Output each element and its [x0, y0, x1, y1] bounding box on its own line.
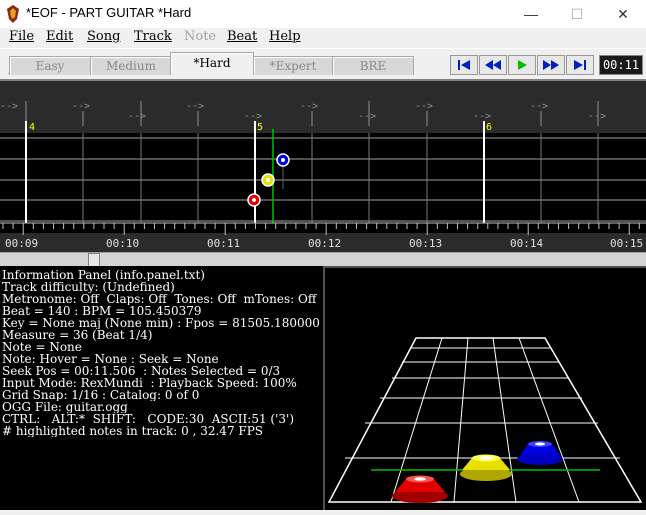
title-bar: *EOF - PART GUITAR *Hard — ☐ ✕ [0, 0, 646, 28]
beat-arrow: --> [186, 101, 204, 112]
time-label: 00:10 [106, 237, 139, 250]
window-title: *EOF - PART GUITAR *Hard [26, 5, 192, 20]
info-line: Key = None maj (None min) : Fpos = 81505… [2, 317, 320, 329]
measure-marker: 4 [29, 122, 35, 133]
beat-arrow: --> [588, 111, 606, 122]
3d-fretboard [325, 268, 646, 510]
tab-medium[interactable]: Medium [90, 56, 172, 75]
beat-arrow: --> [473, 111, 491, 122]
fast-forward-button[interactable] [537, 55, 565, 75]
beat-arrow: --> [358, 111, 376, 122]
close-button[interactable]: ✕ [600, 0, 646, 28]
fast-forward-icon [543, 60, 559, 70]
skip-to-end-icon [574, 60, 586, 70]
3d-preview-panel [323, 266, 646, 510]
beat-arrow: --> [72, 101, 90, 112]
time-label: 00:15 [610, 237, 643, 250]
time-label: 00:09 [5, 237, 38, 250]
rewind-button[interactable] [479, 55, 507, 75]
menu-song[interactable]: Song [87, 29, 120, 44]
playback-time-display: 00:11 [599, 55, 643, 75]
skip-to-start-button[interactable] [450, 55, 478, 75]
info-line: Seek Pos = 00:11.506 : Notes Selected = … [2, 365, 281, 377]
tab-bre[interactable]: BRE [332, 56, 414, 75]
editor-canvas[interactable]: --> --> --> --> --> --> --> --> --> --> … [0, 81, 646, 254]
info-line: Metronome: Off Claps: Off Tones: Off mTo… [2, 293, 317, 305]
measure-marker: 5 [257, 122, 263, 133]
skip-to-start-icon [458, 60, 470, 70]
menu-note: Note [184, 29, 217, 44]
information-panel: Information Panel (info.panel.txt) Track… [0, 266, 323, 510]
info-line: CTRL: ALT:* SHIFT: CODE:30 ASCII:51 ('3'… [2, 413, 295, 425]
menu-help[interactable]: Help [269, 29, 301, 44]
menu-beat[interactable]: Beat [227, 29, 257, 44]
play-button[interactable] [508, 55, 536, 75]
menu-track[interactable]: Track [134, 29, 172, 44]
beat-arrow: --> [530, 101, 548, 112]
info-line: OGG File: guitar.ogg [2, 401, 128, 413]
measure-marker: 6 [486, 122, 492, 133]
tab-expert[interactable]: *Expert [253, 56, 333, 75]
maximize-button[interactable]: ☐ [554, 0, 600, 28]
beat-arrow: --> [244, 111, 262, 122]
tab-hard[interactable]: *Hard [170, 52, 254, 75]
menu-bar: File Edit Song Track Note Beat Help [0, 28, 646, 48]
info-line: Beat = 140 : BPM = 105.450379 [2, 305, 202, 317]
timeline-scrollbar[interactable] [0, 252, 646, 268]
skip-to-end-button[interactable] [566, 55, 594, 75]
play-icon [518, 60, 527, 70]
info-panel-title: Information Panel (info.panel.txt) [2, 269, 205, 281]
beat-arrow: --> [128, 111, 146, 122]
time-label: 00:13 [409, 237, 442, 250]
info-line: # highlighted notes in track: 0 , 32.47 … [2, 425, 264, 437]
info-line: Measure = 36 (Beat 1/4) [2, 329, 153, 341]
info-line: Note: Hover = None : Seek = None [2, 353, 219, 365]
info-line: Grid Snap: 1/16 : Catalog: 0 of 0 [2, 389, 200, 401]
tab-easy[interactable]: Easy [9, 56, 91, 75]
note-editor[interactable]: --> --> --> --> --> --> --> --> --> --> … [0, 79, 646, 254]
time-label: 00:12 [308, 237, 341, 250]
guitar-pick-icon [7, 5, 19, 23]
beat-arrow: --> [0, 101, 18, 112]
info-line: Input Mode: RexMundi : Playback Speed: 1… [2, 377, 297, 389]
beat-arrow: --> [300, 101, 318, 112]
menu-edit[interactable]: Edit [46, 29, 73, 44]
info-line: Note = None [2, 341, 82, 353]
time-label: 00:11 [207, 237, 240, 250]
time-label: 00:14 [510, 237, 543, 250]
menu-file[interactable]: File [9, 29, 34, 44]
beat-arrow: --> [415, 101, 433, 112]
minimize-button[interactable]: — [508, 0, 554, 28]
rewind-icon [485, 60, 501, 70]
info-line: Track difficulty: (Undefined) [2, 281, 175, 293]
